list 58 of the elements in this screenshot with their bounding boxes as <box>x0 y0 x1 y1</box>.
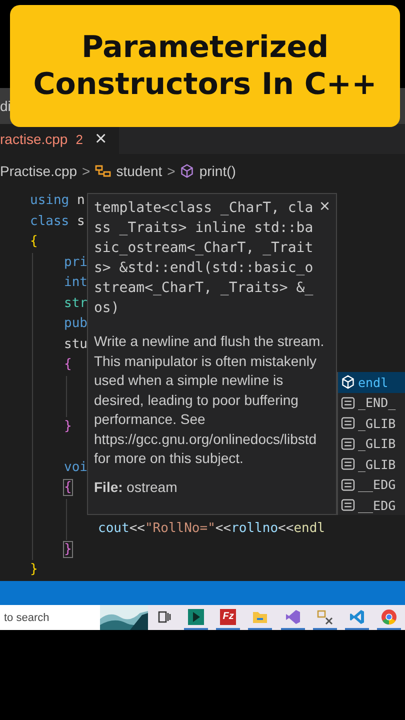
code-line: { <box>64 357 72 372</box>
window-title: di <box>0 98 11 114</box>
tab-title: ractise.cpp <box>0 131 68 148</box>
class-icon <box>95 164 112 178</box>
link[interactable]: https://gcc.gnu.org/onlinedocs/libstd <box>94 430 317 446</box>
text-lines-icon <box>341 478 355 491</box>
code-line: } <box>64 418 72 434</box>
text-lines-icon <box>341 499 355 512</box>
code-line: class s <box>30 214 85 229</box>
browser-icon[interactable] <box>380 608 397 625</box>
cube-icon <box>341 375 355 390</box>
suggestion-item[interactable]: _GLIB <box>338 454 405 474</box>
breadcrumb-item[interactable]: student <box>116 162 162 179</box>
breadcrumb-item[interactable]: Practise.cpp <box>0 162 78 179</box>
text-lines-icon <box>341 458 355 470</box>
code-line: pri <box>64 254 88 270</box>
close-button[interactable]: × <box>319 196 330 217</box>
code-line: int <box>64 275 88 290</box>
task-view-icon[interactable] <box>157 610 172 624</box>
suggestion-item[interactable]: __EDG <box>338 495 405 516</box>
play-icon[interactable] <box>188 608 204 625</box>
description-text: Write a newline and flush the stream. This manipulator is often mistakenly used when a simple newline is desired, leading to poor buffering performance. See https://gcc.gnu.org/onlinedocs/libstd for more on this subject. <box>94 332 326 468</box>
code-line: stu <box>64 336 88 352</box>
code-line: } <box>64 542 72 557</box>
problem-count: 2 <box>76 132 83 147</box>
banner-title: Parameterized <box>81 28 329 66</box>
folder-icon[interactable] <box>252 610 268 624</box>
code-line: cout<<"RollNo="<<rollno<<endl <box>98 521 326 536</box>
close-button[interactable]: × <box>90 128 111 151</box>
tool-icon[interactable] <box>316 608 333 625</box>
breadcrumb-separator: > <box>167 162 176 179</box>
banner-title: Constructors In C++ <box>33 66 377 104</box>
code-line: str <box>64 296 88 311</box>
suggestion-item[interactable]: _END_ <box>338 392 405 413</box>
text-lines-icon <box>341 438 355 450</box>
code-editor-icon[interactable] <box>348 608 365 625</box>
text-lines-icon <box>341 417 355 430</box>
code-line: voi <box>64 460 88 475</box>
code-line: using n <box>30 193 85 208</box>
code-line: } <box>30 562 38 578</box>
suggestion-item[interactable]: _GLIB <box>338 434 405 454</box>
app-icon[interactable]: Fz <box>220 608 236 625</box>
breadcrumb-item[interactable]: print() <box>199 162 236 179</box>
signature-text: template<class _CharT, class _Traits> inline std::basic_ostream<_CharT, _Traits> &std::endl(std::basic_ostream<_CharT, _Traits> &_os) <box>94 199 314 318</box>
suggestion-item[interactable]: endl <box>338 372 405 392</box>
suggestion-item[interactable]: __EDG <box>338 474 405 495</box>
cube-icon <box>180 164 194 178</box>
code-line: pub <box>64 316 88 332</box>
loop-icon[interactable] <box>284 608 301 625</box>
search-field[interactable]: to search <box>0 605 100 630</box>
file-label: File: ostream <box>94 478 178 494</box>
taskbar-button[interactable]: Fz <box>216 605 240 630</box>
code-line: { <box>64 480 72 496</box>
editor-tab[interactable]: ractise.cpp 2 × <box>0 124 119 154</box>
suggestion-item[interactable]: _GLIB <box>338 413 405 434</box>
text-lines-icon <box>341 396 355 409</box>
code-line: { <box>30 234 38 250</box>
breadcrumb-separator: > <box>82 162 90 179</box>
